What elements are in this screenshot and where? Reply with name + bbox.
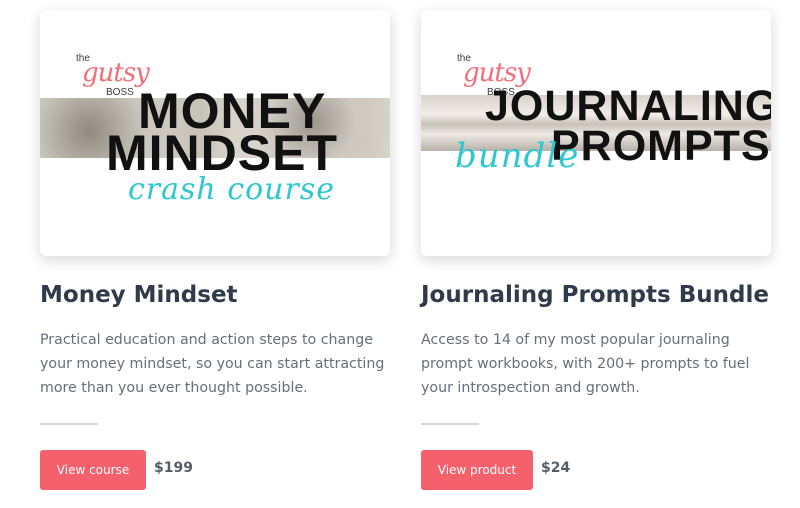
product-description: Access to 14 of my most popular journali… [421, 332, 750, 396]
product-card-money-mindset: the gutsy BOSS MONEY MINDSET crash cours… [40, 0, 390, 490]
product-thumbnail[interactable]: the gutsy BOSS JOURNALING PROMPTS bundle [421, 10, 771, 256]
product-description: Practical education and action steps to … [40, 332, 385, 396]
course-thumbnail[interactable]: the gutsy BOSS MONEY MINDSET crash cours… [40, 10, 390, 256]
product-title[interactable]: Money Mindset [40, 282, 238, 308]
product-card-journaling-prompts: the gutsy BOSS JOURNALING PROMPTS bundle… [421, 0, 771, 490]
divider [40, 423, 98, 425]
view-course-button[interactable]: View course [40, 450, 146, 490]
divider [421, 423, 479, 425]
product-price: $24 [541, 460, 571, 476]
thumbnail-script-line: bundle [455, 136, 580, 176]
view-product-button[interactable]: View product [421, 450, 533, 490]
thumbnail-script-line: crash course [128, 172, 335, 207]
thumbnail-headline-line2: PROMPTS [551, 122, 771, 170]
product-price: $199 [154, 460, 193, 476]
product-title[interactable]: Journaling Prompts Bundle [421, 282, 769, 308]
logo-boss-text: BOSS [106, 87, 134, 98]
